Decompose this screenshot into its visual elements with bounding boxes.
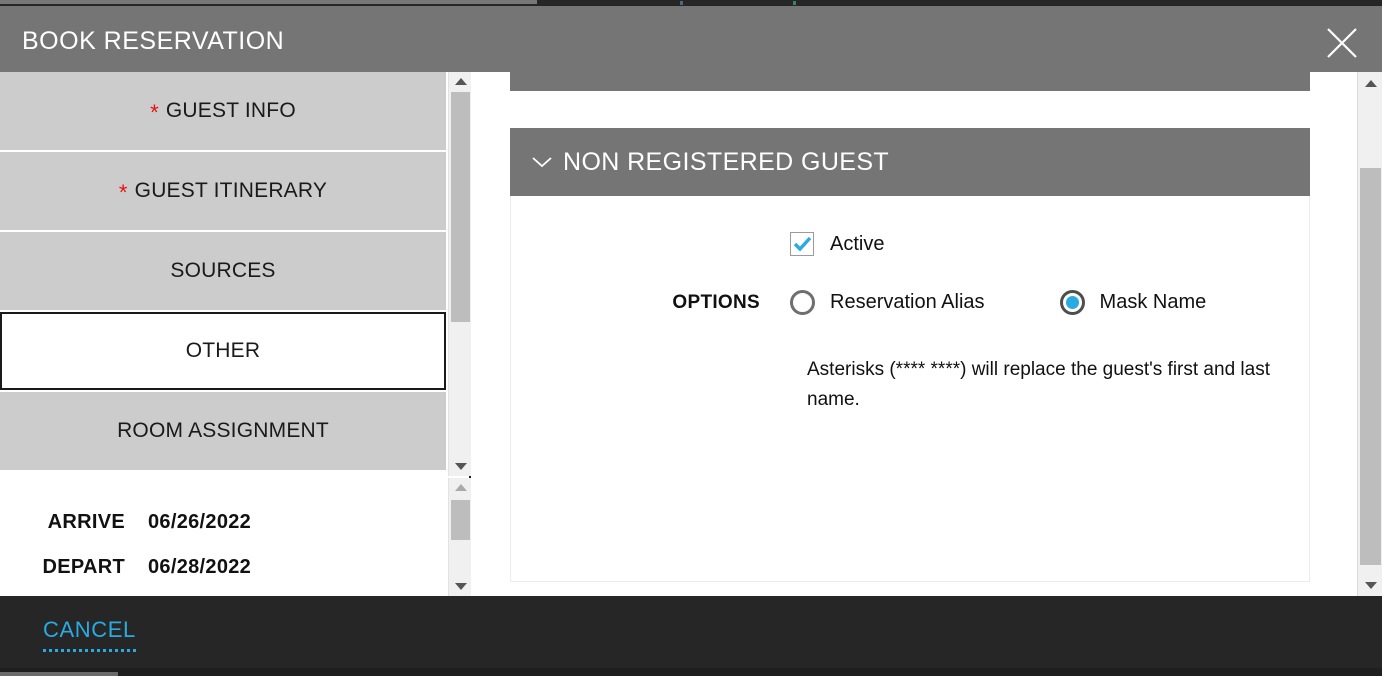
tabs-scrollbar-thumb[interactable] — [451, 92, 470, 322]
sidebar-item-label: GUEST INFO — [166, 99, 296, 123]
main-scrollbar-up-button[interactable] — [1358, 72, 1382, 94]
chevron-down-icon — [1365, 582, 1377, 589]
non-registered-guest-section-header[interactable]: NON REGISTERED GUEST — [510, 128, 1310, 196]
tabs-scrollbar[interactable] — [448, 72, 471, 476]
sidebar-item-label: SOURCES — [170, 259, 275, 283]
main-scrollbar-down-button[interactable] — [1358, 574, 1382, 596]
chevron-down-icon — [455, 583, 467, 590]
close-icon — [1325, 26, 1359, 60]
radio-selected-dot-icon — [1066, 296, 1079, 309]
browser-chrome-bottom-left — [0, 672, 118, 676]
chevron-up-icon — [455, 78, 467, 85]
dialog-title: BOOK RESERVATION — [22, 27, 284, 56]
sidebar-item-label: GUEST ITINERARY — [135, 179, 327, 203]
sidebar-item-label: OTHER — [186, 339, 261, 363]
main-scrollbar-thumb[interactable] — [1360, 168, 1381, 565]
dialog-action-bar: CANCEL BOOK AS WALK-IN BOOK — [0, 596, 1382, 668]
active-checkbox-wrap[interactable]: Active — [790, 232, 884, 256]
radio-reservation-alias-control[interactable] — [790, 290, 815, 315]
tabs-scrollbar-down-button[interactable] — [449, 457, 472, 476]
radio-reservation-alias-label: Reservation Alias — [830, 291, 985, 314]
browser-tab-marker-b — [793, 1, 796, 5]
previous-section-header-partial — [510, 72, 1310, 91]
sidebar-item-label: ROOM ASSIGNMENT — [117, 419, 329, 443]
radio-reservation-alias[interactable]: Reservation Alias — [790, 290, 985, 315]
active-checkbox-label: Active — [830, 233, 884, 256]
arrive-value: 06/26/2022 — [148, 511, 251, 534]
summary-scrollbar[interactable] — [448, 478, 471, 596]
sidebar-item-room-assignment[interactable]: ROOM ASSIGNMENT — [0, 392, 446, 470]
check-icon — [793, 236, 812, 252]
browser-tab-marker-a — [680, 1, 683, 5]
chevron-up-icon — [455, 484, 467, 491]
sidebar-item-guest-info[interactable]: * GUEST INFO — [0, 72, 446, 150]
depart-label: DEPART — [0, 556, 125, 579]
summary-scrollbar-up-button[interactable] — [449, 478, 472, 497]
depart-value: 06/28/2022 — [148, 556, 251, 579]
cancel-button[interactable]: CANCEL — [43, 617, 136, 652]
reservation-summary: ARRIVE 06/26/2022 DEPART 06/28/2022 — [0, 478, 448, 596]
sidebar-item-other[interactable]: OTHER — [0, 312, 446, 390]
book-reservation-dialog: BOOK RESERVATION * GUEST INFO * GUEST IT… — [0, 0, 1382, 676]
radio-mask-name-label: Mask Name — [1100, 291, 1207, 314]
sidebar-item-guest-itinerary[interactable]: * GUEST ITINERARY — [0, 152, 446, 230]
close-dialog-button[interactable] — [1316, 18, 1368, 68]
main-content-scrollbar[interactable] — [1357, 72, 1382, 596]
options-label: OPTIONS — [510, 292, 790, 314]
active-field-row: Active — [510, 232, 884, 256]
browser-chrome-bottom — [0, 668, 1382, 676]
options-field-row: OPTIONS Reservation Alias Mask Name — [510, 290, 1206, 315]
mask-name-helper-text: Asterisks (**** ****) will replace the g… — [807, 355, 1292, 415]
dialog-title-bar: BOOK RESERVATION — [0, 6, 1382, 72]
main-content-panel: NON REGISTERED GUEST Active OPTIONS R — [473, 72, 1357, 596]
chevron-down-icon — [531, 155, 553, 169]
required-marker-icon: * — [119, 182, 128, 204]
radio-mask-name-control[interactable] — [1060, 290, 1085, 315]
summary-row-arrive: ARRIVE 06/26/2022 — [0, 511, 251, 534]
left-navigation-panel: * GUEST INFO * GUEST ITINERARY SOURCES O… — [0, 72, 471, 596]
required-marker-icon: * — [150, 102, 159, 124]
arrive-label: ARRIVE — [0, 511, 125, 534]
browser-chrome-strip-left — [0, 0, 537, 4]
summary-scrollbar-thumb[interactable] — [451, 500, 470, 540]
summary-scrollbar-down-button[interactable] — [449, 577, 472, 596]
chevron-up-icon — [1365, 80, 1377, 87]
chevron-down-icon — [455, 463, 467, 470]
summary-row-depart: DEPART 06/28/2022 — [0, 556, 251, 579]
active-checkbox[interactable] — [790, 232, 814, 256]
tabs-scrollbar-up-button[interactable] — [449, 72, 472, 91]
tabs-list: * GUEST INFO * GUEST ITINERARY SOURCES O… — [0, 72, 448, 476]
sidebar-item-sources[interactable]: SOURCES — [0, 232, 446, 310]
radio-mask-name[interactable]: Mask Name — [1060, 290, 1207, 315]
section-title: NON REGISTERED GUEST — [563, 148, 889, 177]
